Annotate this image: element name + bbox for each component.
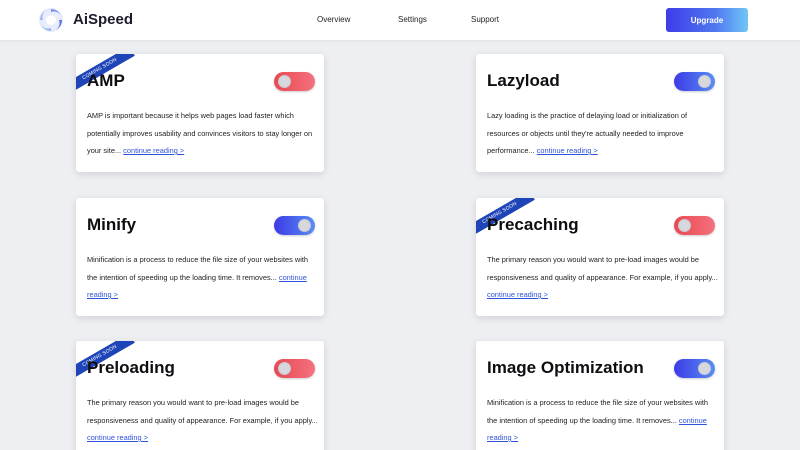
upgrade-button[interactable]: Upgrade (666, 8, 748, 32)
precaching-toggle[interactable] (674, 216, 715, 235)
top-navigation-bar: AiSpeed Overview Settings Support Upgrad… (0, 0, 800, 40)
feature-card-lazyload: Lazyload Lazy loading is the practice of… (476, 54, 724, 172)
continue-reading-link[interactable]: continue reading > (537, 146, 598, 155)
continue-reading-link[interactable]: continue reading > (123, 146, 184, 155)
feature-card-image-optimization: Image Optimization Minification is a pro… (476, 341, 724, 450)
nav-settings[interactable]: Settings (398, 15, 427, 24)
card-title: Image Optimization (487, 358, 644, 377)
toggle-knob (678, 219, 691, 232)
card-description: Minification is a process to reduce the … (487, 394, 719, 447)
lazyload-toggle[interactable] (674, 72, 715, 91)
card-description: The primary reason you would want to pre… (487, 251, 719, 304)
amp-toggle[interactable] (274, 72, 315, 91)
card-description: Lazy loading is the practice of delaying… (487, 107, 719, 160)
continue-reading-link[interactable]: continue reading > (487, 290, 548, 299)
preloading-toggle[interactable] (274, 359, 315, 378)
description-text: The primary reason you would want to pre… (87, 398, 318, 425)
image-optimization-toggle[interactable] (674, 359, 715, 378)
card-title: Minify (87, 215, 137, 234)
continue-reading-link[interactable]: continue reading > (87, 433, 148, 442)
brand-name: AiSpeed (73, 11, 134, 28)
description-text: Minification is a process to reduce the … (87, 255, 308, 282)
toggle-knob (698, 75, 711, 88)
card-description: Minification is a process to reduce the … (87, 251, 319, 304)
aispeed-logo-icon[interactable] (38, 7, 64, 33)
feature-card-preloading: COMING SOON Preloading The primary reaso… (76, 341, 324, 450)
description-text: AMP is important because it helps web pa… (87, 111, 313, 155)
feature-card-amp: COMING SOON AMP AMP is important because… (76, 54, 324, 172)
minify-toggle[interactable] (274, 216, 315, 235)
toggle-knob (298, 219, 311, 232)
toggle-knob (698, 362, 711, 375)
card-description: AMP is important because it helps web pa… (87, 107, 319, 160)
nav-support[interactable]: Support (471, 15, 499, 24)
toggle-knob (278, 75, 291, 88)
card-title: AMP (87, 71, 125, 90)
card-title: Precaching (487, 215, 579, 234)
toggle-knob (278, 362, 291, 375)
card-title: Lazyload (487, 71, 560, 90)
feature-card-minify: Minify Minification is a process to redu… (76, 198, 324, 316)
feature-card-precaching: COMING SOON Precaching The primary reaso… (476, 198, 724, 316)
nav-overview[interactable]: Overview (317, 15, 350, 24)
card-description: The primary reason you would want to pre… (87, 394, 319, 447)
card-title: Preloading (87, 358, 175, 377)
description-text: Minification is a process to reduce the … (487, 398, 708, 425)
description-text: The primary reason you would want to pre… (487, 255, 718, 282)
